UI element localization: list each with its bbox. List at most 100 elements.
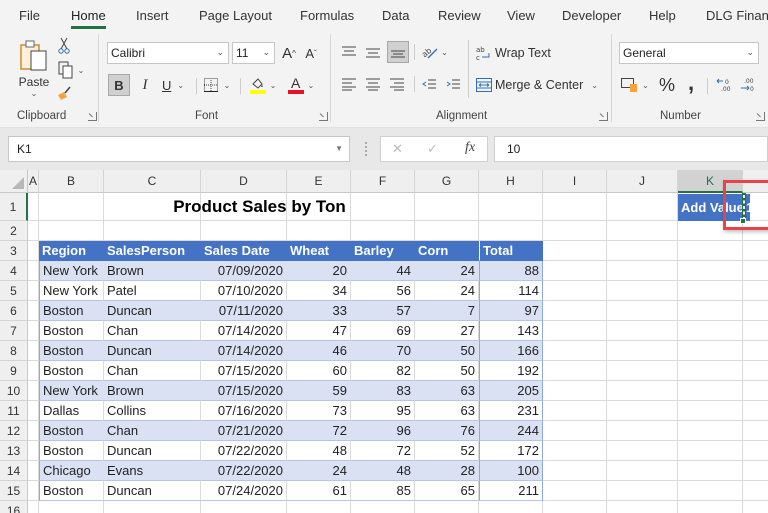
grid-cell[interactable] [543,301,607,321]
column-header-g[interactable]: G [415,170,479,193]
grid-cell[interactable] [28,481,39,501]
alignment-launcher-icon[interactable] [599,112,608,121]
column-header-f[interactable]: F [351,170,415,193]
table-cell-barley[interactable]: 44 [351,261,415,281]
grid-cell[interactable] [28,341,39,361]
grid-cell[interactable] [543,321,607,341]
tab-dlg-financ[interactable]: DLG Financ [706,8,768,23]
insert-function-icon[interactable]: fx [465,140,475,156]
comma-style-button[interactable]: , [683,70,699,95]
grid-cell[interactable] [543,441,607,461]
grid-cell[interactable] [743,421,768,441]
grid-cell[interactable] [201,501,287,513]
row-header-11[interactable]: 11 [0,401,28,421]
table-cell-wheat[interactable]: 48 [287,441,351,461]
grid-cell[interactable] [607,261,678,281]
grid-cell[interactable] [28,401,39,421]
table-cell-corn[interactable]: 50 [415,361,479,381]
grid-cell[interactable] [479,221,543,241]
table-cell-wheat[interactable]: 24 [287,461,351,481]
grid-cell[interactable] [415,501,479,513]
table-cell-barley[interactable]: 56 [351,281,415,301]
table-cell-wheat[interactable]: 60 [287,361,351,381]
align-center-button[interactable] [364,74,382,94]
merge-center-button[interactable]: Merge & Center ⌄ [476,74,600,96]
table-cell-corn[interactable]: 24 [415,261,479,281]
table-cell-barley[interactable]: 70 [351,341,415,361]
grid-cell[interactable] [743,361,768,381]
table-cell-corn[interactable]: 63 [415,401,479,421]
grid-cell[interactable] [678,401,743,421]
grid-cell[interactable] [607,401,678,421]
row-header-15[interactable]: 15 [0,481,28,501]
table-cell-total[interactable]: 114 [479,281,543,301]
copy-button[interactable]: ⌄ [55,60,87,80]
row-header-10[interactable]: 10 [0,381,28,401]
grid-cell[interactable] [543,381,607,401]
grid-cell[interactable] [678,301,743,321]
tab-insert[interactable]: Insert [136,8,169,23]
table-cell-salesperson[interactable]: Duncan [104,441,201,461]
column-heading-salesperson[interactable]: SalesPerson [104,241,201,261]
table-cell-total[interactable]: 172 [479,441,543,461]
grid-cell[interactable] [607,501,678,513]
table-cell-sales-date[interactable]: 07/15/2020 [201,381,287,401]
add-value-cell[interactable]: 10 [743,194,760,221]
table-cell-sales-date[interactable]: 07/22/2020 [201,461,287,481]
grid-cell[interactable] [607,221,678,241]
table-cell-corn[interactable]: 50 [415,341,479,361]
font-name-dropdown[interactable]: Calibri ⌄ [107,42,229,64]
column-header-b[interactable]: B [39,170,104,193]
grid-cell[interactable] [543,281,607,301]
table-cell-region[interactable]: Chicago [39,461,104,481]
row-header-7[interactable]: 7 [0,321,28,341]
grid-cell[interactable] [678,461,743,481]
add-value-label[interactable]: Add Value [678,194,744,221]
tab-help[interactable]: Help [649,8,676,23]
spreadsheet-grid[interactable]: A B C D E F G H I J K 1 2 3 4 5 6 7 8 9 10 11 12 13 14 15 16 Produc… [0,170,768,513]
table-cell-barley[interactable]: 85 [351,481,415,501]
grid-cell[interactable] [678,361,743,381]
increase-indent-button[interactable] [444,74,462,94]
grid-cell[interactable] [543,341,607,361]
table-cell-total[interactable]: 88 [479,261,543,281]
grid-cell[interactable] [678,381,743,401]
decrease-font-size-button[interactable]: Aˇ [301,42,321,64]
grid-cell[interactable] [201,221,287,241]
column-header-c[interactable]: C [104,170,201,193]
table-cell-corn[interactable]: 28 [415,461,479,481]
table-cell-region[interactable]: Boston [39,301,104,321]
cut-button[interactable] [57,36,71,56]
select-all-button[interactable] [0,170,28,193]
tab-developer[interactable]: Developer [562,8,621,23]
table-cell-region[interactable]: Boston [39,441,104,461]
table-cell-barley[interactable]: 96 [351,421,415,441]
grid-cell[interactable] [543,421,607,441]
grid-cell[interactable] [607,193,678,221]
table-cell-sales-date[interactable]: 07/21/2020 [201,421,287,441]
grid-cell[interactable] [543,241,607,261]
table-cell-wheat[interactable]: 59 [287,381,351,401]
table-cell-salesperson[interactable]: Patel [104,281,201,301]
grid-cell[interactable] [607,441,678,461]
font-launcher-icon[interactable] [319,112,328,121]
tab-formulas[interactable]: Formulas [300,8,354,23]
grid-cell[interactable] [479,193,543,221]
grid-cell[interactable] [607,341,678,361]
table-cell-wheat[interactable]: 47 [287,321,351,341]
cancel-icon[interactable]: ✕ [392,141,403,157]
grid-cell[interactable] [479,501,543,513]
grid-cell[interactable] [607,381,678,401]
grid-cell[interactable] [543,193,607,221]
row-header-3[interactable]: 3 [0,241,28,261]
row-header-8[interactable]: 8 [0,341,28,361]
table-cell-region[interactable]: Dallas [39,401,104,421]
enter-icon[interactable]: ✓ [427,141,438,157]
grid-cell[interactable] [28,301,39,321]
grid-cell[interactable] [39,221,104,241]
grid-cell[interactable] [28,441,39,461]
column-header-k[interactable]: K [678,170,743,193]
increase-decimal-button[interactable]: 0.00 [714,74,734,96]
column-heading-total[interactable]: Total [479,241,543,261]
table-cell-salesperson[interactable]: Chan [104,321,201,341]
